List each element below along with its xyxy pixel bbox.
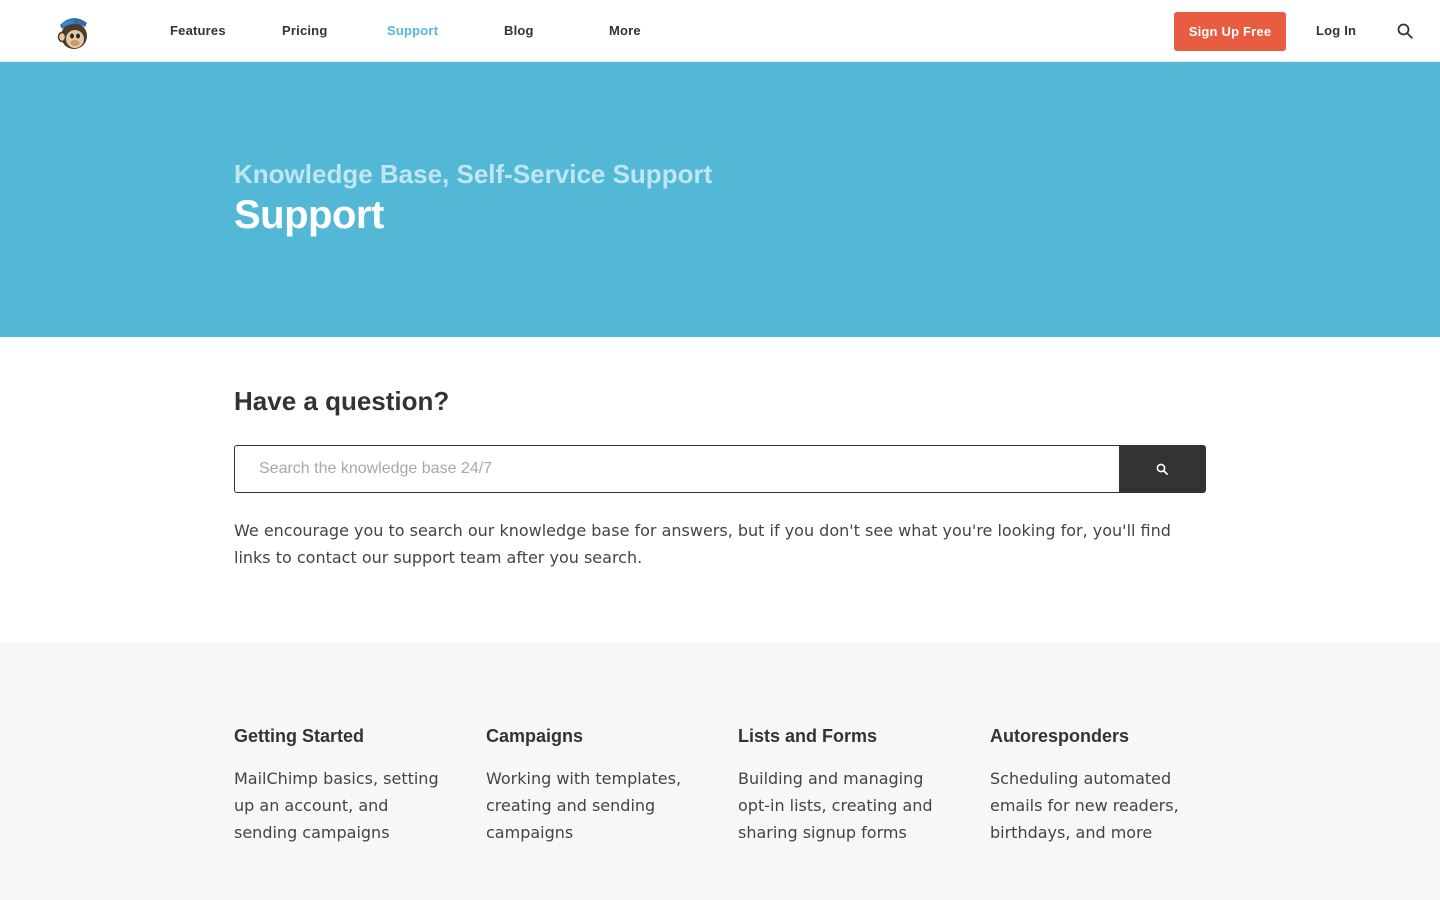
category-title[interactable]: Campaigns: [486, 726, 708, 747]
nav-more[interactable]: More: [609, 23, 641, 38]
log-in-link[interactable]: Log In: [1316, 23, 1356, 38]
category-description: Scheduling automated emails for new read…: [990, 769, 1179, 842]
category-campaigns: Campaigns Working with templates, creati…: [486, 726, 708, 846]
support-categories: Getting Started MailChimp basics, settin…: [0, 643, 1440, 900]
page-title: Support: [234, 193, 384, 237]
knowledge-base-search-form: [234, 445, 1206, 493]
category-lists-and-forms: Lists and Forms Building and managing op…: [738, 726, 960, 846]
category-autoresponders: Autoresponders Scheduling automated emai…: [990, 726, 1212, 846]
nav-features[interactable]: Features: [170, 23, 226, 38]
category-title[interactable]: Getting Started: [234, 726, 456, 747]
search-icon: [1156, 463, 1168, 475]
nav-blog[interactable]: Blog: [504, 23, 534, 38]
category-description: Building and managing opt-in lists, crea…: [738, 769, 933, 842]
nav-pricing[interactable]: Pricing: [282, 23, 327, 38]
hero-banner: Knowledge Base, Self-Service Support Sup…: [0, 62, 1440, 337]
search-icon[interactable]: [1397, 23, 1413, 39]
search-submit-button[interactable]: [1119, 445, 1206, 493]
category-description: Working with templates, creating and sen…: [486, 769, 682, 842]
category-title[interactable]: Autoresponders: [990, 726, 1212, 747]
search-intro-text: We encourage you to search our knowledge…: [234, 521, 1171, 567]
top-navigation: Features Pricing Support Blog More Sign …: [0, 0, 1440, 62]
search-input[interactable]: [234, 445, 1120, 493]
mailchimp-logo-icon[interactable]: [54, 12, 92, 50]
category-getting-started: Getting Started MailChimp basics, settin…: [234, 726, 456, 846]
sign-up-button[interactable]: Sign Up Free: [1174, 12, 1286, 51]
category-description: MailChimp basics, setting up an account,…: [234, 769, 439, 842]
question-heading: Have a question?: [234, 386, 450, 416]
category-title[interactable]: Lists and Forms: [738, 726, 960, 747]
hero-subtitle: Knowledge Base, Self-Service Support: [234, 159, 713, 189]
nav-support[interactable]: Support: [387, 23, 438, 38]
